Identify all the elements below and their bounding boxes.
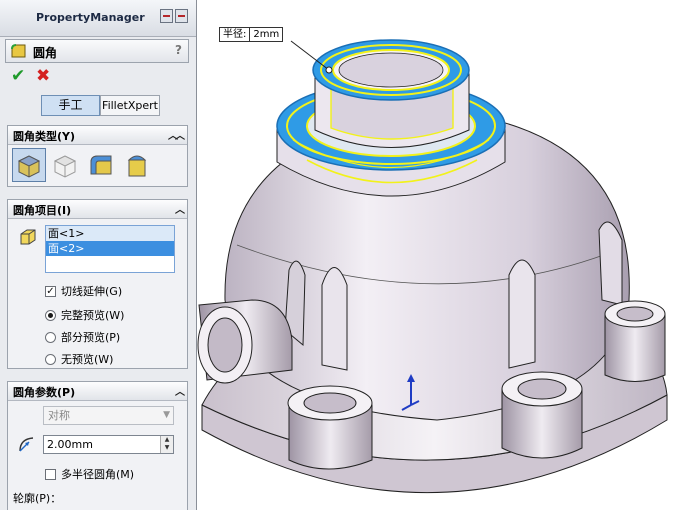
list-item[interactable]: 面<2> [46,241,174,256]
full-preview-option[interactable]: 完整预览(W) [45,307,124,323]
list-item[interactable]: 面<1> [46,226,174,241]
tangent-propagation-option[interactable]: ✓ 切线延伸(G) [45,283,122,299]
callout-anchor [325,66,333,74]
partial-preview-label: 部分预览(P) [61,331,121,344]
fillet-type-group: 圆角类型(Y) ︿︿ [7,125,188,187]
variable-size-fillet-button[interactable] [48,148,82,182]
variable-size-icon [53,155,77,178]
fillet-parameters-group: 圆角参数(P) ︿ 对称 ▼ 2.00mm ▲ ▼ 多半径圆角(M) 轮廓(P)： [7,381,188,510]
face-selection-icon [20,229,36,245]
side-boss-left [197,299,293,384]
feature-title-bar: 圆角 ? [5,39,189,63]
face-fillet-button[interactable] [84,148,118,182]
radius-icon [19,437,34,452]
help-icon[interactable]: ? [175,43,182,57]
upper-neck [312,39,470,148]
no-preview-label: 无预览(W) [61,353,114,366]
chevron-down-icon: ▼ [163,410,170,420]
ok-button[interactable]: ✔ [11,67,29,85]
fillet-items-title: 圆角项目(I) [13,204,72,217]
full-round-icon [127,155,147,177]
multi-radius-option[interactable]: 多半径圆角(M) [45,466,134,482]
model-render[interactable] [197,0,683,510]
fillet-items-group: 圆角项目(I) ︿ 面<1> 面<2> ✓ 切线延伸(G) 完整预览(W) 部分… [7,199,188,369]
profile-label: 轮廓(P)： [13,492,62,505]
face-fillet-icon [90,155,112,175]
tab-manual[interactable]: 手工 [41,95,100,116]
collapse-icon[interactable]: ︿ [175,201,185,216]
full-round-fillet-button[interactable] [120,148,154,182]
graphics-viewport[interactable]: 半径: 2mm [197,0,683,510]
property-manager-title: PropertyManager [36,11,145,24]
fillet-parameters-title: 圆角参数(P) [13,386,76,399]
fillet-items-header[interactable]: 圆角项目(I) ︿ [8,200,187,219]
radius-field[interactable]: 2.00mm ▲ ▼ [43,435,174,454]
constant-size-fillet-button[interactable] [12,148,46,182]
radius-callout-value[interactable]: 2mm [249,28,279,41]
tab-filletxpert[interactable]: FilletXpert [100,95,160,116]
fillet-feature-icon [11,44,26,58]
cancel-button[interactable]: ✖ [36,67,54,85]
radius-stepper[interactable]: ▲ ▼ [160,436,173,453]
multi-radius-checkbox[interactable] [45,468,56,480]
collapse-icon[interactable]: ︿ [175,383,185,398]
feature-name: 圆角 [33,46,58,60]
full-preview-label: 完整预览(W) [61,309,125,322]
full-preview-radio[interactable] [45,309,56,321]
tangent-propagation-checkbox[interactable]: ✓ [45,285,56,297]
radius-value: 2.00mm [47,438,93,451]
fillet-type-header[interactable]: 圆角类型(Y) ︿︿ [8,126,187,145]
property-manager-panel: PropertyManager 圆角 ? ✔ ✖ 手工 FilletXpert … [0,0,197,510]
no-preview-option[interactable]: 无预览(W) [45,351,113,367]
pin-icon[interactable] [160,9,190,25]
partial-preview-radio[interactable] [45,331,56,343]
constant-size-icon [17,155,41,178]
partial-preview-option[interactable]: 部分预览(P) [45,329,120,345]
property-manager-header: PropertyManager [0,0,196,37]
tangent-propagation-label: 切线延伸(G) [61,285,123,298]
radius-callout-label: 半径: [223,29,247,40]
fillet-method-value: 对称 [48,409,70,422]
face-selection-list[interactable]: 面<1> 面<2> [45,225,175,273]
radius-callout[interactable]: 半径: 2mm [219,27,284,42]
fillet-method-select[interactable]: 对称 ▼ [43,406,174,425]
fillet-type-title: 圆角类型(Y) [13,130,76,143]
collapse-icon[interactable]: ︿︿ [168,127,185,142]
fillet-parameters-header[interactable]: 圆角参数(P) ︿ [8,382,187,401]
no-preview-radio[interactable] [45,353,56,365]
multi-radius-label: 多半径圆角(M) [61,468,135,481]
